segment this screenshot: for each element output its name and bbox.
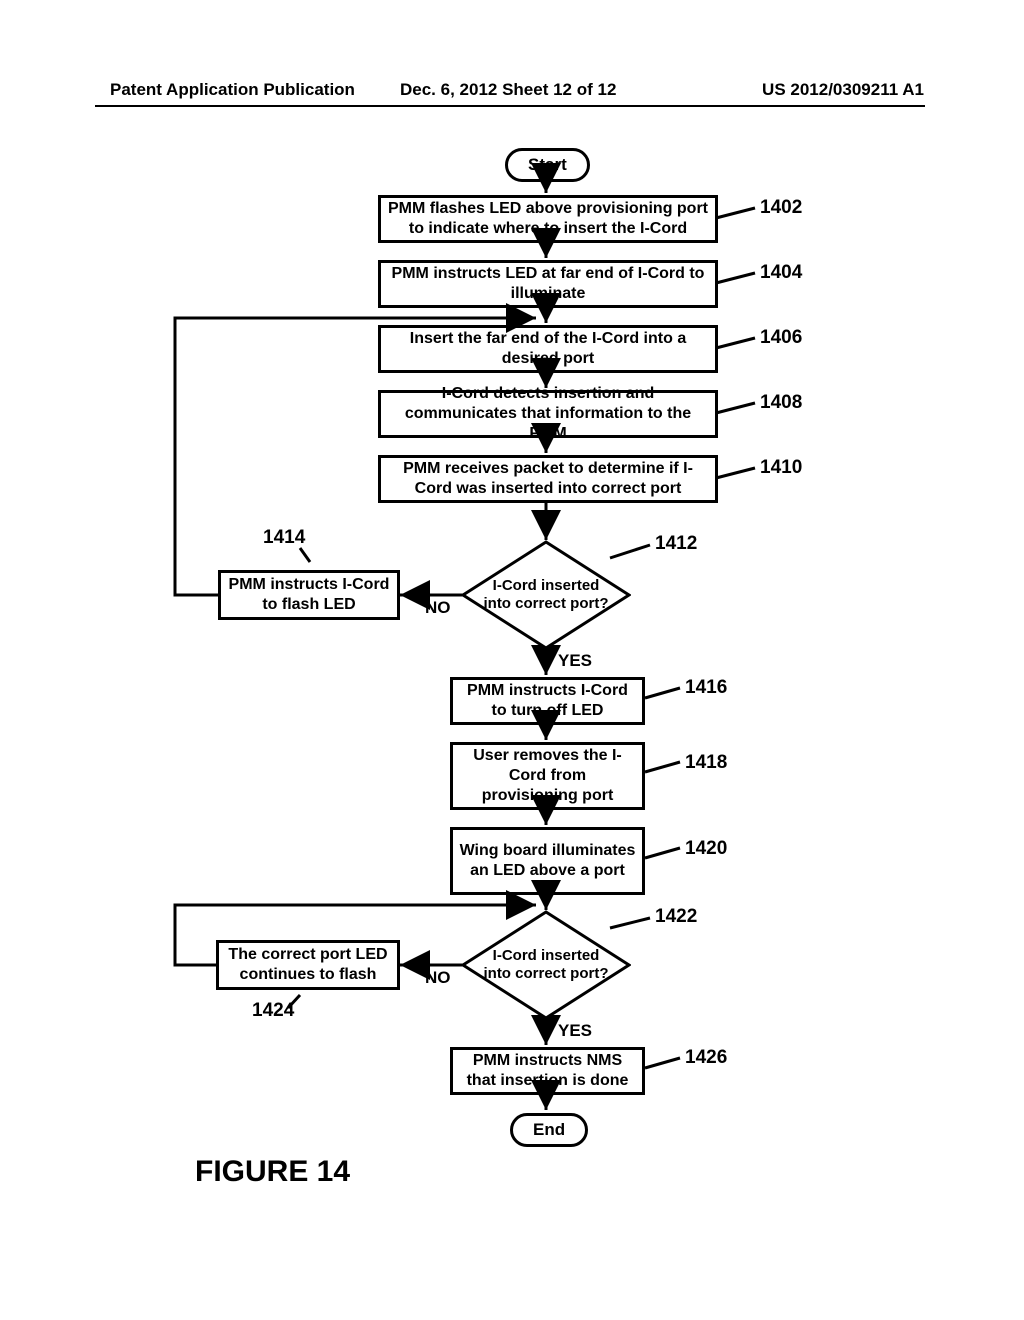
num-1410: 1410 [760, 457, 802, 479]
box-1424: The correct port LED continues to flash [216, 940, 400, 990]
decision-1422-text: I-Cord inserted into correct port? [461, 910, 631, 1020]
num-1404: 1404 [760, 262, 802, 284]
label-yes-1: YES [558, 651, 592, 671]
num-1402: 1402 [760, 197, 802, 219]
header-rule [95, 105, 925, 107]
box-1418: User removes the I-Cord from provisionin… [450, 742, 645, 810]
num-1422: 1422 [655, 906, 697, 928]
num-1418: 1418 [685, 752, 727, 774]
header-center: Dec. 6, 2012 Sheet 12 of 12 [400, 80, 616, 100]
num-1420: 1420 [685, 838, 727, 860]
box-1426: PMM instructs NMS that insertion is done [450, 1047, 645, 1095]
decision-1412: I-Cord inserted into correct port? [461, 540, 631, 650]
num-1426: 1426 [685, 1047, 727, 1069]
label-yes-2: YES [558, 1021, 592, 1041]
box-1404: PMM instructs LED at far end of I-Cord t… [378, 260, 718, 308]
start-terminator: Start [505, 148, 590, 182]
end-terminator: End [510, 1113, 588, 1147]
num-1416: 1416 [685, 677, 727, 699]
header-left: Patent Application Publication [110, 80, 355, 100]
label-no-2: NO [425, 968, 451, 988]
box-1406: Insert the far end of the I-Cord into a … [378, 325, 718, 373]
num-1408: 1408 [760, 392, 802, 414]
num-1424: 1424 [252, 1000, 294, 1022]
box-1402: PMM flashes LED above provisioning port … [378, 195, 718, 243]
box-1408: I-Cord detects insertion and communicate… [378, 390, 718, 438]
box-1414: PMM instructs I-Cord to flash LED [218, 570, 400, 620]
num-1412: 1412 [655, 533, 697, 555]
header-right: US 2012/0309211 A1 [762, 80, 924, 100]
box-1410: PMM receives packet to determine if I-Co… [378, 455, 718, 503]
num-1414: 1414 [263, 527, 305, 549]
decision-1412-text: I-Cord inserted into correct port? [461, 540, 631, 650]
decision-1422: I-Cord inserted into correct port? [461, 910, 631, 1020]
figure-title: FIGURE 14 [195, 1155, 350, 1189]
num-1406: 1406 [760, 327, 802, 349]
box-1416: PMM instructs I-Cord to turn off LED [450, 677, 645, 725]
label-no-1: NO [425, 598, 451, 618]
box-1420: Wing board illuminates an LED above a po… [450, 827, 645, 895]
